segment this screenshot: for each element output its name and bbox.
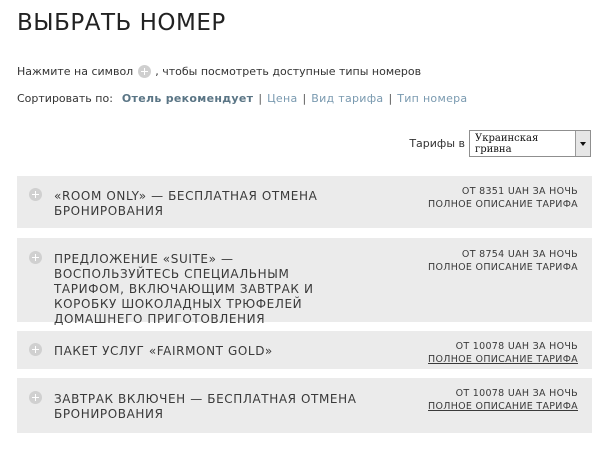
rate-price-block: ОТ 8351 UAH ЗА НОЧЬ ПОЛНОЕ ОПИСАНИЕ ТАРИ…	[428, 185, 578, 211]
plus-circle-icon[interactable]	[29, 343, 42, 356]
rate-price-block: ОТ 10078 UAH ЗА НОЧЬ ПОЛНОЕ ОПИСАНИЕ ТАР…	[428, 340, 578, 366]
currency-selector: Тарифы в Украинская гривна	[409, 130, 591, 157]
hint-before: Нажмите на символ	[17, 65, 134, 78]
sort-bar: Сортировать по: Отель рекомендует | Цена…	[17, 92, 472, 105]
rate-price: ОТ 8351 UAH ЗА НОЧЬ	[461, 186, 578, 197]
sort-option-price[interactable]: Цена	[262, 92, 302, 105]
rate-price: ОТ 10078 UAH ЗА НОЧЬ	[455, 388, 578, 399]
rate-description-link[interactable]: ПОЛНОЕ ОПИСАНИЕ ТАРИФА	[428, 400, 578, 413]
sort-option-room-type[interactable]: Тип номера	[392, 92, 472, 105]
dropdown-button[interactable]	[575, 131, 590, 156]
rate-price: ОТ 10078 UAH ЗА НОЧЬ	[455, 341, 578, 352]
rate-name[interactable]: «ROOM ONLY» — БЕСПЛАТНАЯ ОТМЕНА БРОНИРОВ…	[54, 189, 359, 219]
sort-option-recommended[interactable]: Отель рекомендует	[122, 92, 258, 105]
rate-row-breakfast[interactable]: ЗАВТРАК ВКЛЮЧЕН — БЕСПЛАТНАЯ ОТМЕНА БРОН…	[17, 378, 592, 433]
currency-select[interactable]: Украинская гривна	[469, 130, 591, 157]
rate-name[interactable]: ПРЕДЛОЖЕНИЕ «SUITE» — ВОСПОЛЬЗУЙТЕСЬ СПЕ…	[54, 252, 359, 327]
plus-circle-icon	[138, 65, 152, 78]
rate-name[interactable]: ПАКЕТ УСЛУГ «FAIRMONT GOLD»	[54, 344, 359, 359]
plus-circle-icon[interactable]	[29, 391, 42, 404]
rate-row-room-only[interactable]: «ROOM ONLY» — БЕСПЛАТНАЯ ОТМЕНА БРОНИРОВ…	[17, 176, 592, 228]
rate-description-link[interactable]: ПОЛНОЕ ОПИСАНИЕ ТАРИФА	[428, 353, 578, 366]
currency-select-value: Украинская гривна	[475, 132, 539, 155]
plus-circle-icon[interactable]	[29, 251, 42, 264]
rate-price-block: ОТ 10078 UAH ЗА НОЧЬ ПОЛНОЕ ОПИСАНИЕ ТАР…	[428, 387, 578, 413]
rate-price-block: ОТ 8754 UAH ЗА НОЧЬ ПОЛНОЕ ОПИСАНИЕ ТАРИ…	[428, 248, 578, 274]
rate-name[interactable]: ЗАВТРАК ВКЛЮЧЕН — БЕСПЛАТНАЯ ОТМЕНА БРОН…	[54, 392, 359, 422]
chevron-down-icon	[580, 141, 586, 146]
rate-description-link[interactable]: ПОЛНОЕ ОПИСАНИЕ ТАРИФА	[428, 261, 578, 274]
page-title: ВЫБРАТЬ НОМЕР	[17, 10, 226, 36]
rate-row-suite[interactable]: ПРЕДЛОЖЕНИЕ «SUITE» — ВОСПОЛЬЗУЙТЕСЬ СПЕ…	[17, 238, 592, 326]
rate-row-fairmont-gold[interactable]: ПАКЕТ УСЛУГ «FAIRMONT GOLD» ОТ 10078 UAH…	[17, 331, 592, 369]
sort-option-rate-type[interactable]: Вид тарифа	[306, 92, 388, 105]
rate-description-link[interactable]: ПОЛНОЕ ОПИСАНИЕ ТАРИФА	[428, 198, 578, 211]
rate-price: ОТ 8754 UAH ЗА НОЧЬ	[461, 249, 578, 260]
plus-circle-icon[interactable]	[29, 188, 42, 201]
currency-label: Тарифы в	[409, 137, 465, 150]
hint-after: , чтобы посмотреть доступные типы номеро…	[155, 65, 422, 78]
hint-text: Нажмите на символ , чтобы посмотреть дос…	[17, 65, 421, 78]
sort-label: Сортировать по:	[17, 92, 113, 105]
